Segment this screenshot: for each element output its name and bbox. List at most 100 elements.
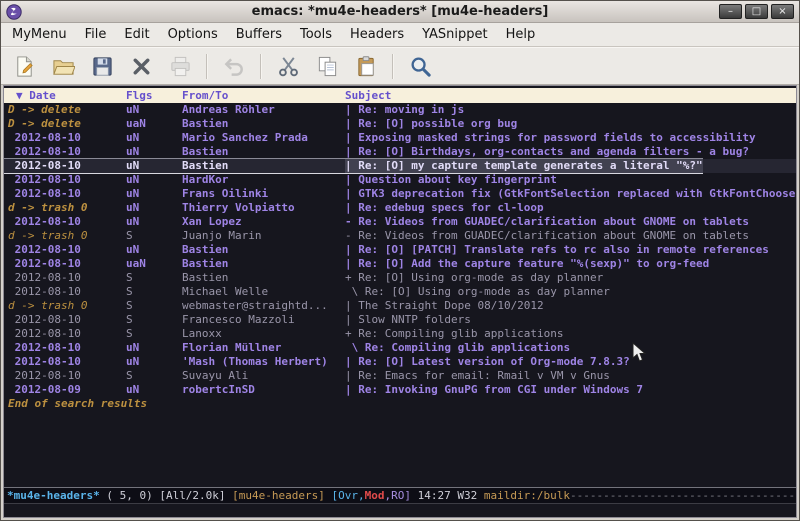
column-header-flags[interactable]: Flgs (126, 88, 182, 103)
message-row[interactable]: d -> trash 0 S webmaster@straightd... | … (4, 299, 796, 313)
menu-file[interactable]: File (76, 24, 116, 45)
column-header-date[interactable]: ▼ Date (4, 88, 126, 103)
menu-tools[interactable]: Tools (291, 24, 341, 45)
message-subject: + Re: [O] Using org-mode as day planner (345, 271, 603, 285)
open-file-icon[interactable] (47, 51, 79, 81)
message-row[interactable]: 2012-08-10 S Francesco Mazzoli | Slow NN… (4, 313, 796, 327)
close-button[interactable]: × (771, 4, 794, 19)
message-from: webmaster@straightd... (182, 299, 345, 313)
kill-buffer-icon[interactable] (125, 51, 157, 81)
copy-icon[interactable] (311, 51, 343, 81)
message-date: 2012-08-10 (4, 243, 126, 257)
message-subject: \ Re: [O] Using org-mode as day planner (345, 285, 610, 299)
new-file-icon[interactable] (8, 51, 40, 81)
message-date: d -> trash 0 (4, 201, 126, 215)
message-subject: | GTK3 deprecation fix (GtkFontSelection… (345, 187, 796, 201)
message-row[interactable]: 2012-08-10 uN Bastien | Re: [O] [PATCH] … (4, 243, 796, 257)
menu-options[interactable]: Options (159, 24, 227, 45)
message-row[interactable]: d -> trash 0 S Juanjo Marin - Re: Videos… (4, 229, 796, 243)
end-of-results-text: End of search results (4, 397, 796, 411)
cut-icon[interactable] (272, 51, 304, 81)
message-row[interactable]: 2012-08-10 uN Mario Sanchez Prada | Expo… (4, 131, 796, 145)
message-flags: uN (126, 131, 182, 145)
maximize-button[interactable]: □ (745, 4, 768, 19)
save-icon[interactable] (86, 51, 118, 81)
message-date: 2012-08-10 (4, 131, 126, 145)
paste-icon[interactable] (350, 51, 382, 81)
message-row[interactable]: d -> trash 0 uN Thierry Volpiatto | Re: … (4, 201, 796, 215)
message-from: Bastien (182, 271, 345, 285)
message-row[interactable]: 2012-08-09 uN robertcInSD | Re: Invoking… (4, 383, 796, 397)
message-row[interactable]: D -> delete uN Andreas Röhler | Re: movi… (4, 103, 796, 117)
message-row[interactable]: D -> delete uaN Bastien | Re: [O] possib… (4, 117, 796, 131)
message-flags: uN (126, 187, 182, 201)
modeline-segment-plain: ( 5, 0) [All/2.0k] (100, 489, 232, 502)
menu-help[interactable]: Help (497, 24, 545, 45)
message-subject: | Re: edebug specs for cl-loop (345, 201, 544, 215)
message-subject: | Exposing masked strings for password f… (345, 131, 756, 145)
message-subject: | Re: [O] Latest version of Org-mode 7.8… (345, 355, 630, 369)
message-flags: uaN (126, 117, 182, 131)
message-subject: | Slow NNTP folders (345, 313, 471, 327)
message-row[interactable]: 2012-08-10 uN 'Mash (Thomas Herbert) | R… (4, 355, 796, 369)
message-from: Bastien (182, 145, 345, 159)
search-icon[interactable] (404, 51, 436, 81)
message-subject: | Re: [O] possible org bug (345, 117, 517, 131)
message-row[interactable]: 2012-08-10 uaN Bastien | Re: [O] Add the… (4, 257, 796, 271)
message-from: Juanjo Marin (182, 229, 345, 243)
mouse-cursor (632, 342, 646, 363)
message-date: 2012-08-10 (4, 271, 126, 285)
message-date: 2012-08-10 (4, 145, 126, 159)
message-row[interactable]: 2012-08-10 uN Bastien | Re: [O] my captu… (4, 159, 796, 173)
column-header-from[interactable]: From/To (182, 88, 345, 103)
message-from: Mario Sanchez Prada (182, 131, 345, 145)
message-row[interactable]: 2012-08-10 uN HardKor | Question about k… (4, 173, 796, 187)
menu-edit[interactable]: Edit (115, 24, 158, 45)
message-subject: | The Straight Dope 08/10/2012 (345, 299, 544, 313)
message-row[interactable]: 2012-08-10 uN Xan Lopez - Re: Videos fro… (4, 215, 796, 229)
message-flags: uaN (126, 257, 182, 271)
minimize-button[interactable]: – (719, 4, 742, 19)
message-subject: | Re: [O] [PATCH] Translate refs to rc a… (345, 243, 769, 257)
modeline[interactable]: *mu4e-headers* ( 5, 0) [All/2.0k] [mu4e-… (4, 487, 796, 504)
message-from: 'Mash (Thomas Herbert) (182, 355, 345, 369)
message-row[interactable]: 2012-08-10 S Michael Welle \ Re: [O] Usi… (4, 285, 796, 299)
message-date: 2012-08-09 (4, 383, 126, 397)
message-flags: S (126, 299, 182, 313)
message-flags: uN (126, 201, 182, 215)
emacs-app-icon (6, 4, 22, 20)
message-row[interactable]: 2012-08-10 uN Frans Oilinki | GTK3 depre… (4, 187, 796, 201)
message-flags: uN (126, 243, 182, 257)
menu-buffers[interactable]: Buffers (227, 24, 291, 45)
emacs-window: emacs: *mu4e-headers* [mu4e-headers] – □… (0, 0, 800, 521)
message-from: Thierry Volpiatto (182, 201, 345, 215)
message-flags: uN (126, 159, 182, 173)
menu-headers[interactable]: Headers (341, 24, 413, 45)
message-row[interactable]: 2012-08-10 S Bastien + Re: [O] Using org… (4, 271, 796, 285)
message-from: Andreas Röhler (182, 103, 345, 117)
titlebar[interactable]: emacs: *mu4e-headers* [mu4e-headers] – □… (1, 1, 799, 23)
message-row[interactable]: 2012-08-10 uN Bastien | Re: [O] Birthday… (4, 145, 796, 159)
message-subject: | Re: Emacs for email: Rmail v VM v Gnus (345, 369, 610, 383)
menu-yasnippet[interactable]: YASnippet (413, 24, 497, 45)
message-row[interactable]: 2012-08-10 S Suvayu Ali | Re: Emacs for … (4, 369, 796, 383)
toolbar-separator (260, 54, 262, 79)
message-flags: S (126, 271, 182, 285)
message-date: 2012-08-10 (4, 187, 126, 201)
message-from: Bastien (182, 159, 345, 173)
column-header-subject[interactable]: Subject (345, 88, 391, 103)
modeline-segment-plain (325, 489, 332, 502)
message-flags: uN (126, 341, 182, 355)
message-date: D -> delete (4, 117, 126, 131)
message-row[interactable]: 2012-08-10 uN Florian Müllner \ Re: Comp… (4, 341, 796, 355)
message-date: 2012-08-10 (4, 341, 126, 355)
message-subject: - Re: Videos from GUADEC/clarification a… (345, 215, 749, 229)
emacs-frame: ▼ Date Flgs From/To Subject D -> delete … (3, 85, 797, 518)
message-subject: \ Re: Compiling glib applications (345, 341, 570, 355)
echo-area[interactable] (4, 504, 796, 517)
message-flags: S (126, 327, 182, 341)
menu-mymenu[interactable]: MyMenu (3, 24, 76, 45)
message-row[interactable]: 2012-08-10 S Lanoxx + Re: Compiling glib… (4, 327, 796, 341)
message-from: Frans Oilinki (182, 187, 345, 201)
message-from: Bastien (182, 257, 345, 271)
